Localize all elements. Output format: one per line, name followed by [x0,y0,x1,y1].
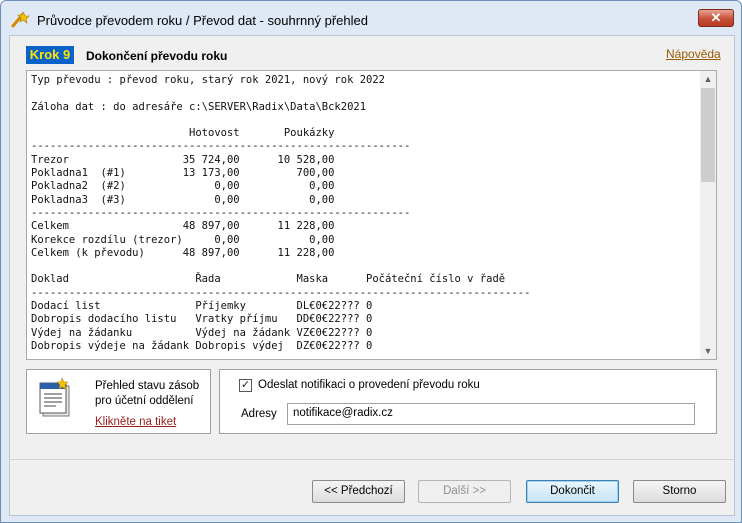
report-line: Dodací list Příjemky DL€0€22??? 0 [31,300,373,313]
report-line: Pokladna1 (#1) 13 173,00 700,00 [31,167,335,180]
report-line: Typ převodu : převod roku, starý rok 202… [31,74,386,86]
report-line: Dobropis dodacího listu Vratky příjmu DD… [31,313,373,326]
addresses-label: Adresy [241,408,277,420]
summary-report-text: Typ převodu : převod roku, starý rok 202… [31,74,699,357]
title-bar[interactable]: Průvodce převodem roku / Převod dat - so… [1,1,741,35]
report-line: Doklad Řada Maska Počáteční číslo v řadě [31,273,506,286]
ticket-document-icon[interactable] [34,377,76,421]
scroll-up-icon[interactable]: ▲ [700,71,716,87]
report-line: Výdej na žádanku Výdej na žádank VZ€0€22… [31,326,373,339]
scroll-thumb[interactable] [701,88,715,182]
report-line: Trezor 35 724,00 10 528,00 [31,153,335,166]
next-button[interactable]: Další >> [418,480,511,503]
close-button[interactable]: ✕ [698,9,734,27]
wizard-wand-icon [11,11,30,28]
button-separator [10,459,734,460]
report-line: Dobropis výdeje na žádank Dobropis výdej… [31,339,373,352]
report-scrollbar[interactable]: ▲ ▼ [700,71,716,359]
ticket-panel: Přehled stavu zásob pro účetní oddělení … [26,369,211,434]
wizard-window: Průvodce převodem roku / Převod dat - so… [0,0,742,523]
notification-panel: ✓ Odeslat notifikaci o provedení převodu… [219,369,717,434]
step-badge: Krok 9 [26,46,74,64]
ticket-line-2: pro účetní oddělení [95,395,194,407]
help-link[interactable]: Nápověda [666,47,721,61]
report-line: ----------------------------------------… [31,206,411,219]
report-line: Pokladna2 (#2) 0,00 0,00 [31,180,335,193]
report-line: Celkem 48 897,00 11 228,00 [31,220,335,233]
ticket-link[interactable]: Klikněte na tiket [95,416,176,428]
report-line: ----------------------------------------… [31,286,531,299]
ticket-line-1: Přehled stavu zásob [95,380,200,392]
step-title: Dokončení převodu roku [86,49,228,63]
ticket-description: Přehled stavu zásob pro účetní oddělení [95,379,199,409]
finish-button[interactable]: Dokončit [526,480,619,503]
summary-report[interactable]: Typ převodu : převod roku, starý rok 202… [26,70,717,360]
report-line: Korekce rozdílu (trezor) 0,00 0,00 [31,233,335,246]
addresses-input[interactable]: notifikace@radix.cz [287,403,695,425]
wizard-content: Krok 9 Dokončení převodu roku Nápověda T… [9,35,735,516]
report-line [31,260,699,273]
report-line: ----------------------------------------… [31,140,411,153]
cancel-button[interactable]: Storno [633,480,726,503]
report-line: Pokladna3 (#3) 0,00 0,00 [31,193,335,206]
report-line [31,87,699,100]
report-line: Záloha dat : do adresáře c:\SERVER\Radix… [31,100,367,113]
window-title: Průvodce převodem roku / Převod dat - so… [37,13,368,28]
report-line: Hotovost Poukázky [31,127,335,140]
report-line: Celkem (k převodu) 48 897,00 11 228,00 [31,246,335,259]
previous-button[interactable]: << Předchozí [312,480,405,503]
scroll-down-icon[interactable]: ▼ [700,343,716,359]
notify-checkbox-label[interactable]: Odeslat notifikaci o provedení převodu r… [258,379,480,391]
notify-checkbox[interactable]: ✓ [239,379,252,392]
report-line [31,114,699,127]
